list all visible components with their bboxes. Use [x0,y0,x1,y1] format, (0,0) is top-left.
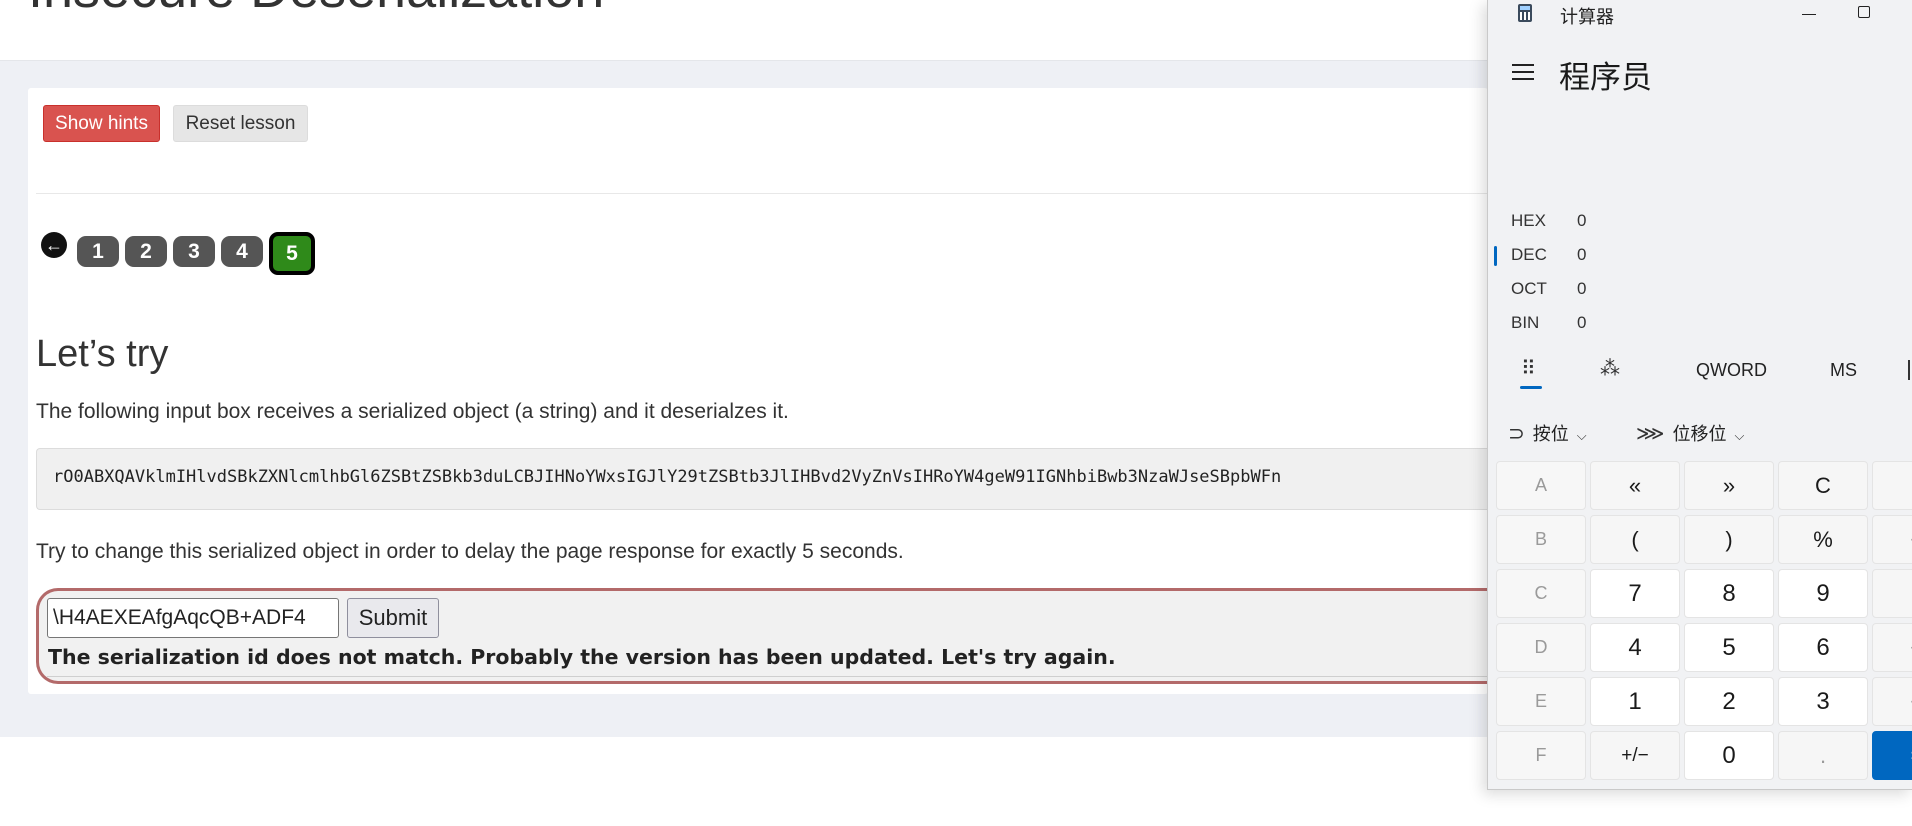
serialized-object-text: rO0ABXQAVklmIHlvdSBkZXNlcmlhbGl6ZSBtZSBk… [53,467,1282,487]
radix-dec[interactable]: DEC 0 [1511,245,1711,271]
bitshift-menu-label: 位移位 [1672,424,1727,444]
chevron-down-icon: ⌵ [1734,428,1745,443]
serialized-token-value: \H4AEXEAfgAqcQB+ADF4 [53,606,306,629]
radix-value: 0 [1577,313,1587,332]
radix-label: DEC [1511,245,1547,264]
key-3[interactable]: 3 [1778,677,1868,726]
key-backspace[interactable]: ‹ [1872,461,1912,510]
page-link-3[interactable]: 3 [173,236,215,267]
key-6[interactable]: 6 [1778,623,1868,672]
hamburger-menu-icon[interactable] [1512,64,1534,80]
memory-overflow-icon[interactable] [1908,360,1912,380]
submit-button[interactable]: Submit [347,598,439,638]
key-plus[interactable]: + [1872,677,1912,726]
key-hex-c[interactable]: C [1496,569,1586,618]
lesson-description: The following input box receives a seria… [36,400,789,423]
key-hex-f[interactable]: F [1496,731,1586,780]
active-radix-indicator [1494,246,1497,266]
calculator-window-title: 计算器 [1560,7,1614,27]
key-hex-e[interactable]: E [1496,677,1586,726]
previous-page-icon[interactable]: ← [41,232,67,258]
key-decimal[interactable]: . [1778,731,1868,780]
calculator-window: 计算器 程序员 HEX 0 DEC 0 OCT 0 BIN 0 ⠿ ⁂ QWOR… [1487,0,1912,790]
bitshift-icon: ⋙ [1636,423,1665,445]
calculator-titlebar[interactable]: 计算器 [1488,0,1912,30]
key-right-paren[interactable]: ) [1684,515,1774,564]
section-title: Let’s try [36,333,169,375]
show-hints-button[interactable]: Show hints [43,105,160,142]
radix-oct[interactable]: OCT 0 [1511,279,1711,305]
radix-label: OCT [1511,279,1547,298]
key-clear[interactable]: C [1778,461,1868,510]
key-negate[interactable]: +/− [1590,731,1680,780]
key-5[interactable]: 5 [1684,623,1774,672]
lesson-card: Show hints Reset lesson ← 1 2 3 4 5 Let’… [28,88,1491,694]
key-equals[interactable]: = [1872,731,1912,780]
key-left-shift[interactable]: « [1590,461,1680,510]
calculator-app-icon [1518,4,1532,22]
radix-label: BIN [1511,313,1540,332]
logic-gate-icon: ⊃ [1508,423,1525,445]
radix-hex[interactable]: HEX 0 [1511,211,1711,237]
bitwise-menu[interactable]: ⊃ 按位 ⌵ [1508,420,1587,446]
key-7[interactable]: 7 [1590,569,1680,618]
page-link-5-active[interactable]: 5 [269,232,315,275]
feedback-divider [47,676,1491,677]
page-link-1[interactable]: 1 [77,236,119,267]
serialized-object-box: rO0ABXQAVklmIHlvdSBkZXNlcmlhbGl6ZSBtZSBk… [36,448,1488,510]
radix-value: 0 [1577,245,1587,264]
key-0[interactable]: 0 [1684,731,1774,780]
chevron-down-icon: ⌵ [1576,428,1587,443]
radix-value: 0 [1577,279,1587,298]
key-4[interactable]: 4 [1590,623,1680,672]
lesson-instruction: Try to change this serialized object in … [36,540,904,563]
key-hex-b[interactable]: B [1496,515,1586,564]
key-left-paren[interactable]: ( [1590,515,1680,564]
bitwise-menu-label: 按位 [1532,424,1569,444]
card-divider [36,193,1488,194]
word-size-button[interactable]: QWORD [1696,360,1767,381]
calculator-mode-title: 程序员 [1559,60,1652,95]
memory-store-button[interactable]: MS [1830,360,1857,381]
key-8[interactable]: 8 [1684,569,1774,618]
maximize-icon[interactable] [1844,0,1884,28]
attack-form: \H4AEXEAfgAqcQB+ADF4 Submit The serializ… [36,588,1491,684]
key-modulo[interactable]: % [1778,515,1868,564]
key-hex-a[interactable]: A [1496,461,1586,510]
key-hex-d[interactable]: D [1496,623,1586,672]
key-divide[interactable]: ÷ [1872,515,1912,564]
bitshift-menu[interactable]: ⋙ 位移位 ⌵ [1636,420,1744,446]
full-keypad-icon[interactable]: ⠿ [1521,356,1536,381]
keypad-tab-indicator [1520,386,1542,389]
bit-toggle-keypad-icon[interactable]: ⁂ [1600,356,1620,381]
radix-bin[interactable]: BIN 0 [1511,313,1711,339]
page-link-4[interactable]: 4 [221,236,263,267]
page-link-2[interactable]: 2 [125,236,167,267]
serialized-token-input[interactable]: \H4AEXEAfgAqcQB+ADF4 [47,598,339,638]
reset-lesson-button[interactable]: Reset lesson [173,105,308,142]
key-minus[interactable]: − [1872,623,1912,672]
key-1[interactable]: 1 [1590,677,1680,726]
key-9[interactable]: 9 [1778,569,1868,618]
radix-label: HEX [1511,211,1546,230]
key-2[interactable]: 2 [1684,677,1774,726]
radix-value: 0 [1577,211,1587,230]
key-right-shift[interactable]: » [1684,461,1774,510]
page-title: Insecure Deserialization [28,0,604,16]
key-multiply[interactable]: × [1872,569,1912,618]
feedback-message: The serialization id does not match. Pro… [48,645,1116,669]
minimize-icon[interactable] [1788,0,1828,28]
